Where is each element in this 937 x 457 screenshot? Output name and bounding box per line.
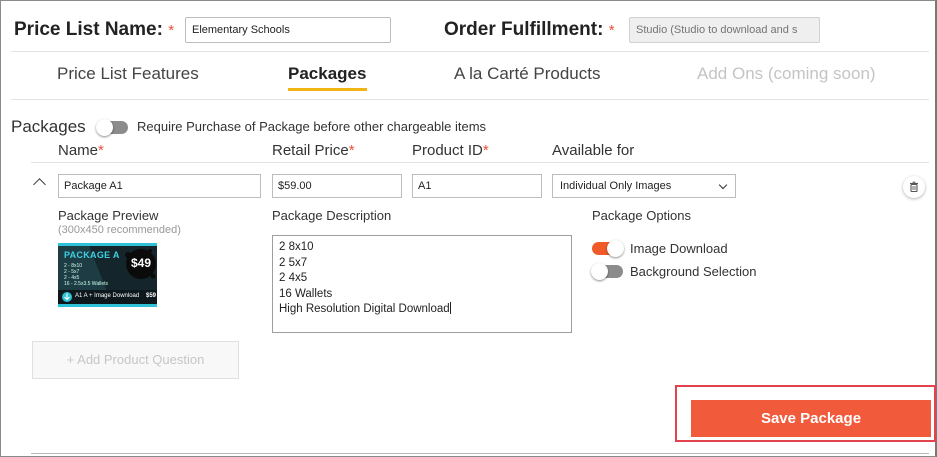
add-product-question-button: + Add Product Question bbox=[32, 341, 239, 379]
preview-footer: A1 A + Image Download bbox=[75, 293, 140, 299]
tab-packages[interactable]: Packages bbox=[288, 64, 366, 84]
tab-price-list-features[interactable]: Price List Features bbox=[57, 64, 199, 84]
description-line: 2 4x5 bbox=[279, 272, 308, 284]
chevron-down-icon bbox=[718, 180, 728, 190]
column-available-for: Available for bbox=[552, 142, 635, 159]
require-package-toggle[interactable] bbox=[96, 119, 128, 136]
columns-divider bbox=[31, 162, 929, 163]
package-description-textarea[interactable]: 2 8x10 2 5x7 2 4x5 16 Wallets High Resol… bbox=[272, 235, 572, 333]
trash-icon bbox=[910, 181, 918, 193]
active-tab-indicator bbox=[288, 88, 367, 91]
price-list-editor: Price List Name: * Order Fulfillment: * … bbox=[0, 0, 937, 457]
save-package-button[interactable]: Save Package bbox=[691, 400, 931, 437]
description-line: 2 5x7 bbox=[279, 256, 308, 269]
price-list-name-label: Price List Name: * bbox=[14, 19, 175, 40]
header-divider bbox=[11, 51, 929, 52]
price-list-name-input[interactable] bbox=[185, 17, 391, 43]
background-selection-toggle[interactable] bbox=[591, 263, 623, 280]
package-description-label: Package Description bbox=[272, 208, 392, 223]
require-package-label: Require Purchase of Package before other… bbox=[137, 119, 487, 134]
chevron-up-icon[interactable] bbox=[33, 178, 46, 191]
available-for-select[interactable]: Individual Only Images bbox=[552, 174, 736, 198]
delete-package-button[interactable] bbox=[903, 176, 925, 198]
text-cursor bbox=[449, 302, 451, 314]
package-name-input[interactable] bbox=[58, 174, 261, 198]
image-download-label: Image Download bbox=[630, 241, 728, 256]
image-download-toggle[interactable] bbox=[592, 240, 624, 257]
packages-title: Packages bbox=[11, 117, 86, 136]
retail-price-input[interactable] bbox=[272, 174, 402, 198]
package-preview-label: Package Preview bbox=[58, 208, 159, 223]
tab-a-la-carte-products[interactable]: A la Carté Products bbox=[454, 64, 600, 84]
background-selection-label: Background Selection bbox=[630, 264, 757, 279]
package-preview-image[interactable]: PACKAGE A $49 2 - 8x10 2 - 5x7 2 - 4x5 1… bbox=[58, 243, 157, 307]
description-line: 2 8x10 bbox=[279, 241, 314, 253]
order-fulfillment-label: Order Fulfillment: * bbox=[444, 19, 615, 40]
description-line: 16 Wallets bbox=[279, 287, 333, 300]
column-name: Name* bbox=[58, 142, 104, 159]
bottom-divider bbox=[31, 453, 929, 454]
column-retail-price: Retail Price* bbox=[272, 142, 355, 159]
description-line: High Resolution Digital Download bbox=[279, 302, 451, 315]
tabs-divider bbox=[11, 99, 929, 100]
package-preview-hint: (300x450 recommended) bbox=[58, 224, 181, 236]
preview-title: PACKAGE A bbox=[64, 250, 120, 260]
tab-add-ons: Add Ons (coming soon) bbox=[697, 64, 876, 83]
column-product-id: Product ID* bbox=[412, 142, 489, 159]
preview-footer-price: $59 bbox=[146, 293, 157, 299]
preview-line-4: 16 - 2.5x3.5 Wallets bbox=[64, 281, 109, 287]
package-options-label: Package Options bbox=[592, 208, 692, 223]
order-fulfillment-input[interactable] bbox=[629, 17, 820, 43]
product-id-input[interactable] bbox=[412, 174, 542, 198]
preview-price: $49 bbox=[131, 256, 152, 270]
